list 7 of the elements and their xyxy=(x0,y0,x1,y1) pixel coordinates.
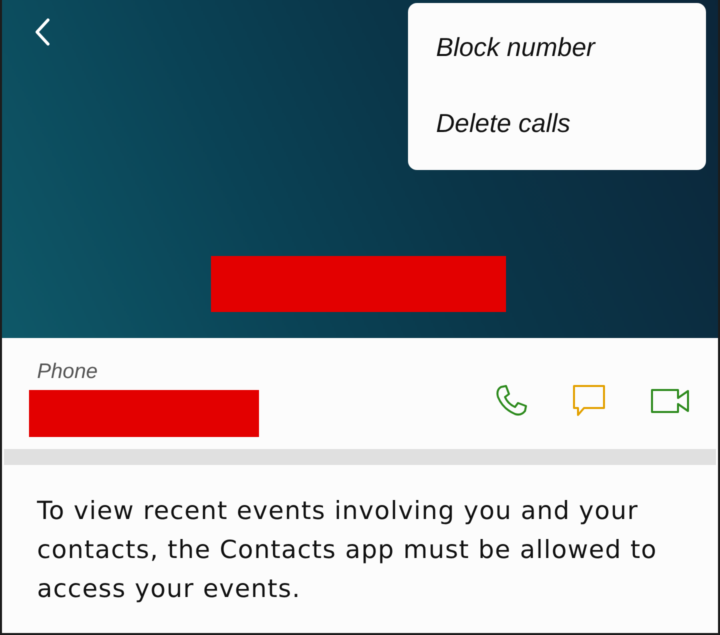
message-icon[interactable] xyxy=(572,384,606,417)
menu-item[interactable]: Delete calls xyxy=(436,108,570,140)
field-label: Phone xyxy=(37,360,98,384)
video-camera-icon[interactable] xyxy=(650,388,690,414)
menu-item[interactable]: Block number xyxy=(436,32,595,63)
notice-text: To view recent events involving you and your contacts, the Contacts app must be allowed to access your events. xyxy=(37,495,658,605)
phone-icon[interactable] xyxy=(494,384,528,418)
